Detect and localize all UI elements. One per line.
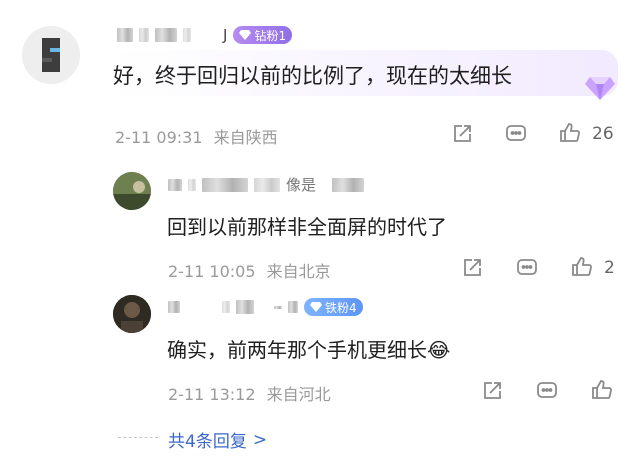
username-redacted: [168, 301, 180, 313]
share-icon[interactable]: [450, 122, 474, 146]
username-redacted: [332, 177, 365, 192]
more-replies-link[interactable]: 共4条回复 >: [168, 427, 268, 453]
username-row[interactable]: 铁粉4: [168, 298, 363, 316]
more-replies-label: 共4条回复: [168, 432, 247, 452]
username-text: 像是: [286, 176, 317, 194]
fan-badge-label: 铁粉4: [325, 300, 357, 315]
comment-meta: 2-11 09:31 来自陕西: [115, 124, 278, 148]
username-redacted: [254, 177, 280, 192]
username-redacted: [222, 301, 230, 313]
username-redacted: [202, 177, 248, 192]
comment-location: 来自陕西: [213, 128, 278, 147]
thumbs-up-icon[interactable]: [558, 121, 582, 145]
reply-meta: 2-11 13:12 来自河北: [168, 381, 331, 405]
username-redacted: [139, 28, 149, 42]
username-redacted: [183, 28, 191, 42]
reply-time: 2-11 13:12: [168, 385, 256, 404]
username-redacted: [188, 178, 196, 191]
username-row[interactable]: 像是: [168, 174, 365, 195]
like-count: 2: [604, 258, 615, 278]
share-icon[interactable]: [460, 256, 484, 280]
diamond-icon: [310, 302, 322, 312]
fan-badge-label: 钻粉1: [254, 28, 287, 43]
reply-location: 来自河北: [266, 385, 331, 404]
username-redacted: [288, 301, 298, 313]
chevron-right-icon: >: [252, 429, 268, 450]
diamond-icon: [239, 30, 252, 40]
reply-text-content: 确实，前两年那个手机更细长: [167, 338, 427, 362]
avatar-image: [113, 295, 151, 333]
laughing-crying-emoji: 😂: [427, 338, 451, 362]
username-redacted: [236, 300, 254, 314]
username-text: J: [223, 26, 228, 44]
reply-text: 确实，前两年那个手机更细长😂: [167, 334, 450, 363]
comment-icon[interactable]: [515, 256, 539, 280]
username-row[interactable]: J 钻粉1: [117, 26, 293, 44]
reply-location: 来自北京: [266, 262, 331, 281]
fan-badge[interactable]: 铁粉4: [304, 298, 363, 316]
username-redacted: [155, 28, 177, 42]
reply-time: 2-11 10:05: [168, 262, 256, 281]
share-icon[interactable]: [480, 379, 504, 403]
avatar[interactable]: [113, 295, 151, 333]
comment-icon[interactable]: [535, 379, 559, 403]
reply-text: 回到以前那样非全面屏的时代了: [167, 215, 447, 239]
thumbs-up-icon[interactable]: [590, 378, 614, 402]
thumbs-up-icon[interactable]: [570, 255, 594, 279]
avatar[interactable]: [113, 172, 151, 210]
comment-icon[interactable]: [504, 122, 528, 146]
brand-logo-icon: [22, 26, 80, 84]
divider: [118, 437, 158, 438]
comment-text: 好，终于回归以前的比例了，现在的太细长: [113, 64, 512, 88]
like-count: 26: [592, 124, 614, 144]
username-redacted: [168, 178, 182, 191]
diamond-icon: [585, 77, 615, 100]
avatar[interactable]: [22, 26, 80, 84]
avatar-image: [113, 172, 151, 210]
comment-time: 2-11 09:31: [115, 128, 203, 147]
fan-badge[interactable]: 钻粉1: [233, 26, 293, 44]
username-redacted: [274, 305, 282, 309]
reply-meta: 2-11 10:05 来自北京: [168, 258, 331, 282]
username-redacted: [117, 28, 133, 42]
